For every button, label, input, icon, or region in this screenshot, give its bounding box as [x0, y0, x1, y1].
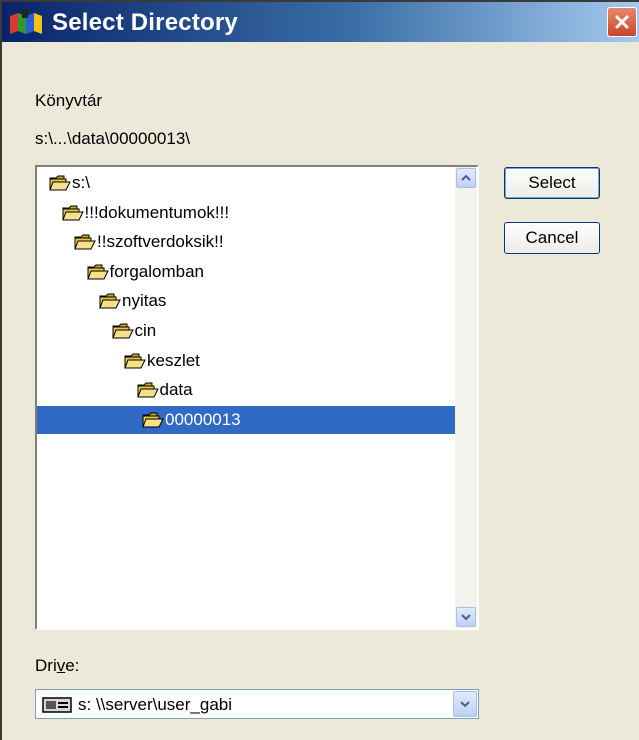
- folder-open-icon: [49, 175, 71, 191]
- chevron-up-icon: [461, 174, 471, 181]
- tree-node-selected[interactable]: 00000013: [37, 405, 455, 434]
- folder-open-icon: [61, 205, 84, 221]
- tree-node[interactable]: data: [136, 376, 193, 404]
- scroll-down-button[interactable]: [456, 607, 476, 627]
- tree-node-label: keszlet: [147, 350, 200, 370]
- select-button[interactable]: Select: [504, 167, 600, 199]
- tree-node-label: data: [159, 380, 193, 400]
- drive-select[interactable]: s: \\server\user_gabi: [35, 689, 479, 719]
- drive-select-value: s: \\server\user_gabi: [78, 695, 233, 714]
- tree-node-label: cin: [134, 321, 157, 340]
- tree-node-label: s:\: [72, 173, 90, 192]
- tree-node-label: nyitas: [122, 291, 167, 311]
- cancel-button[interactable]: Cancel: [504, 222, 600, 254]
- app-flag-icon: [10, 9, 42, 34]
- chevron-down-icon: [460, 701, 470, 708]
- folder-open-icon: [111, 323, 134, 339]
- directory-tree[interactable]: s:\ !!!dokumentumok!!! !!szoftverdoksik!! f…: [35, 165, 479, 630]
- drive-dropdown-button[interactable]: [453, 691, 477, 717]
- tree-node[interactable]: keszlet: [124, 347, 200, 375]
- current-path-label: s:\...\data\00000013\: [35, 129, 191, 148]
- directory-label: Könyvtár: [35, 91, 103, 110]
- folder-open-icon: [99, 293, 121, 309]
- select-directory-dialog: Select Directory Könyvtár s:\...\data\00…: [0, 0, 639, 740]
- tree-node[interactable]: s:\: [49, 169, 90, 197]
- tree-node[interactable]: cin: [111, 317, 157, 345]
- title-bar[interactable]: Select Directory: [2, 2, 639, 42]
- tree-node-label: !!!dokumentumok!!!: [84, 202, 230, 222]
- tree-node-label: !!szoftverdoksik!!: [97, 232, 224, 252]
- folder-open-icon: [86, 264, 109, 280]
- folder-open-icon: [142, 412, 164, 428]
- drive-label: Drive:: [35, 656, 80, 675]
- close-icon: [615, 15, 629, 29]
- dialog-title: Select Directory: [52, 9, 238, 36]
- tree-node-label: 00000013: [165, 409, 241, 429]
- tree-node[interactable]: !!szoftverdoksik!!: [74, 228, 224, 256]
- tree-node-label: forgalomban: [109, 261, 205, 281]
- scroll-up-button[interactable]: [456, 168, 476, 188]
- tree-node[interactable]: !!!dokumentumok!!!: [61, 199, 230, 227]
- tree-node[interactable]: nyitas: [99, 287, 166, 315]
- chevron-down-icon: [461, 614, 471, 621]
- tree-list: s:\ !!!dokumentumok!!! !!szoftverdoksik!! f…: [37, 167, 455, 628]
- network-drive-icon: [42, 697, 72, 713]
- close-button[interactable]: [607, 7, 637, 37]
- folder-open-icon: [124, 353, 146, 369]
- folder-open-icon: [136, 382, 159, 398]
- vertical-scrollbar[interactable]: [455, 167, 477, 628]
- tree-node[interactable]: forgalomban: [86, 258, 205, 286]
- folder-open-icon: [74, 234, 96, 250]
